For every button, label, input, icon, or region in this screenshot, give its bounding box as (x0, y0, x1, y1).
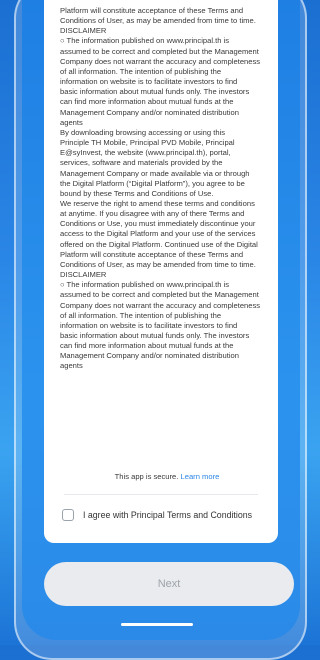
security-note: This app is secure. Learn more (60, 472, 274, 481)
security-note-text: This app is secure. (114, 472, 179, 481)
home-indicator (121, 623, 193, 626)
terms-and-conditions-text[interactable]: Platform will constitute acceptance of t… (60, 6, 274, 462)
agree-label[interactable]: I agree with Principal Terms and Conditi… (83, 510, 252, 520)
learn-more-link[interactable]: Learn more (181, 472, 220, 481)
divider (64, 494, 258, 495)
terms-card: Platform will constitute acceptance of t… (44, 0, 278, 543)
agree-checkbox[interactable] (62, 509, 74, 521)
next-button[interactable]: Next (44, 562, 294, 606)
agree-terms-row[interactable]: I agree with Principal Terms and Conditi… (62, 507, 274, 523)
